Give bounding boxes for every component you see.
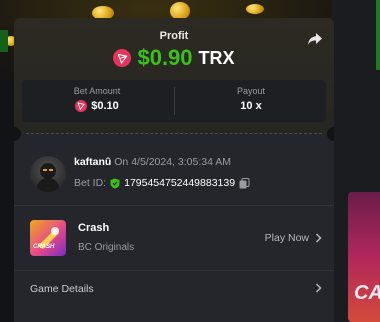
bet-amount-value-row: $0.10 [22,100,172,112]
profit-header: Profit $0.90 TRX Bet Amount $0.10 Payout… [14,18,334,134]
profit-title: Profit [159,30,189,42]
payout-label: Payout [236,86,266,96]
bet-details-panel: Profit $0.90 TRX Bet Amount $0.10 Payout… [14,18,334,322]
bet-id: 1795454752449883139 [124,177,236,189]
share-icon[interactable] [306,30,324,48]
bet-amount-value: $0.10 [91,100,119,112]
promo-text: CA [354,282,380,304]
bet-amount-label: Bet Amount [73,86,121,96]
profit-amount: $0.90 [137,45,193,70]
copy-icon[interactable] [239,177,250,189]
ticket-notch [327,127,334,141]
chevron-right-icon [315,233,322,243]
verified-shield-icon [110,178,120,188]
tron-icon [113,49,132,67]
game-row[interactable]: CRASH Crash BC Originals Play Now [30,218,322,258]
bet-id-line: Bet ID: 1795454752449883139 [74,177,250,189]
tron-icon [75,100,88,112]
bet-user-row: kaftanû On 4/5/2024, 3:05:34 AM Bet ID: … [30,156,320,196]
game-provider: BC Originals [78,242,135,253]
game-thumb-text: CRASH [33,244,55,250]
promo-card[interactable]: CA [348,192,380,322]
bet-id-label: Bet ID: [74,177,107,189]
coin-decoration [246,4,264,14]
side-accent [376,0,380,70]
play-now-label: Play Now [264,232,309,244]
chevron-right-icon [315,283,322,293]
bet-time: On 4/5/2024, 3:05:34 AM [114,156,232,168]
user-line: kaftanû On 4/5/2024, 3:05:34 AM [74,156,231,168]
game-details-row[interactable]: Game Details [30,283,322,303]
profit-row: $0.90 TRX [14,45,334,71]
section-divider [14,205,334,206]
username[interactable]: kaftanû [74,156,111,168]
avatar[interactable] [30,156,66,192]
stats-divider [174,87,175,115]
payout: Payout 10 x [176,86,326,112]
play-now-link[interactable]: Play Now [265,232,322,244]
section-divider [14,270,334,271]
bet-amount: Bet Amount $0.10 [22,86,172,112]
bet-stats: Bet Amount $0.10 Payout 10 x [22,80,326,122]
game-name: Crash [78,222,110,234]
game-thumbnail[interactable]: CRASH [30,220,66,256]
game-details-label: Game Details [30,283,94,295]
profit-currency: TRX [198,47,235,68]
dashed-divider [26,133,322,134]
background-edge [0,30,8,52]
payout-value: 10 x [240,100,262,112]
